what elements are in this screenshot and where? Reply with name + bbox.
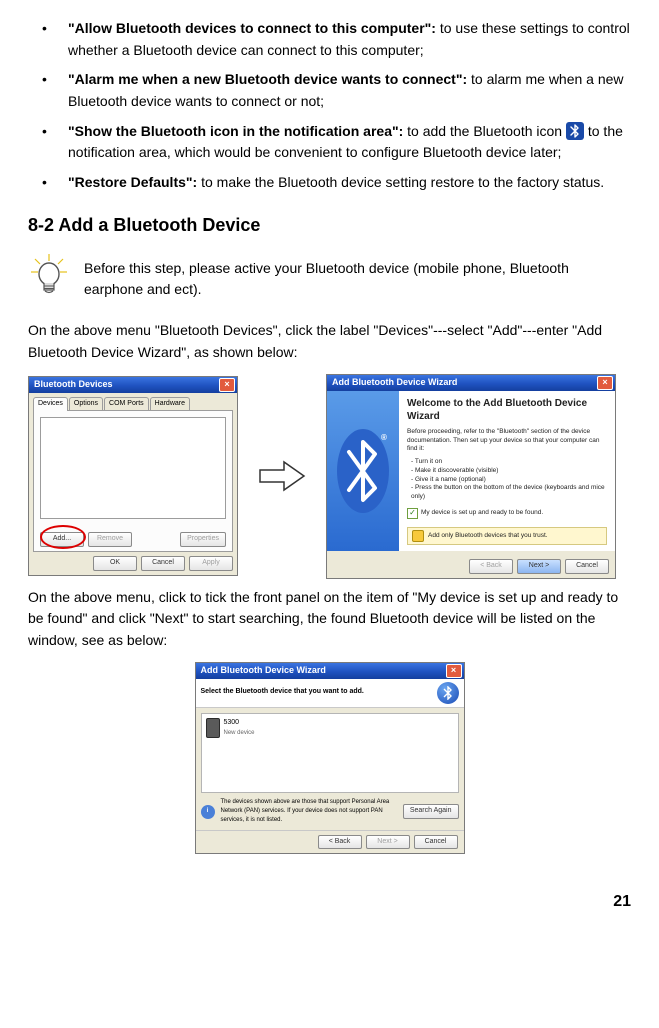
- search-again-button[interactable]: Search Again: [403, 804, 459, 819]
- device-kind: New device: [224, 729, 255, 738]
- tab-devices[interactable]: Devices: [33, 397, 68, 411]
- back-button[interactable]: < Back: [318, 835, 362, 850]
- add-button[interactable]: Add...: [40, 532, 84, 547]
- device-listbox[interactable]: [40, 417, 226, 519]
- checkbox-label: My device is set up and ready to be foun…: [421, 509, 543, 518]
- apply-button[interactable]: Apply: [189, 556, 233, 571]
- lightbulb-icon: [28, 252, 70, 307]
- close-icon[interactable]: ×: [219, 378, 235, 392]
- wizard-step: - Press the button on the bottom of the …: [411, 484, 607, 502]
- wizard-sidebar: ®: [327, 391, 399, 551]
- svg-text:®: ®: [381, 433, 387, 442]
- bullet-text: to add the Bluetooth icon: [403, 123, 566, 139]
- bullet-item: "Restore Defaults": to make the Bluetoot…: [28, 172, 631, 194]
- bullet-item: "Alarm me when a new Bluetooth device wa…: [28, 69, 631, 112]
- wizard-step: - Turn it on: [411, 458, 607, 467]
- device-name: 5300: [224, 718, 255, 729]
- wizard-step: - Give it a name (optional): [411, 476, 607, 485]
- phone-icon: [206, 718, 220, 738]
- info-icon: i: [201, 805, 215, 819]
- cancel-button[interactable]: Cancel: [141, 556, 185, 571]
- bullet-item: "Allow Bluetooth devices to connect to t…: [28, 18, 631, 61]
- close-icon[interactable]: ×: [597, 376, 613, 390]
- bullet-title: "Show the Bluetooth icon in the notifica…: [68, 123, 403, 139]
- wizard-step: - Make it discoverable (visible): [411, 467, 607, 476]
- security-note: Add only Bluetooth devices that you trus…: [428, 532, 548, 541]
- bluetooth-icon: ®: [335, 426, 391, 516]
- wizard-subheading: Select the Bluetooth device that you wan…: [201, 687, 364, 698]
- bullet-title: "Alarm me when a new Bluetooth device wa…: [68, 71, 467, 87]
- paragraph: On the above menu "Bluetooth Devices", c…: [28, 320, 631, 363]
- shield-icon: [412, 530, 424, 542]
- ready-checkbox[interactable]: ✓: [407, 508, 418, 519]
- tab-hardware[interactable]: Hardware: [150, 397, 190, 411]
- bluetooth-tray-icon: [566, 122, 584, 140]
- wizard-intro: Before proceeding, refer to the "Bluetoo…: [407, 428, 607, 454]
- pan-note: The devices shown above are those that s…: [221, 798, 397, 826]
- page-number: 21: [28, 890, 631, 915]
- tab-com-ports[interactable]: COM Ports: [104, 397, 149, 411]
- cancel-button[interactable]: Cancel: [414, 835, 458, 850]
- found-device-list[interactable]: 5300 New device: [201, 713, 459, 793]
- bullet-list: "Allow Bluetooth devices to connect to t…: [28, 18, 631, 194]
- dialog-title: Add Bluetooth Device Wizard: [201, 664, 326, 678]
- bullet-title: "Allow Bluetooth devices to connect to t…: [68, 20, 436, 36]
- arrow-right-icon: [256, 456, 308, 496]
- bullet-text: to make the Bluetooth device setting res…: [197, 174, 604, 190]
- bullet-item: "Show the Bluetooth icon in the notifica…: [28, 121, 631, 164]
- remove-button[interactable]: Remove: [88, 532, 132, 547]
- list-item[interactable]: 5300 New device: [206, 718, 454, 738]
- select-device-dialog: Add Bluetooth Device Wizard × Select the…: [195, 662, 465, 855]
- bullet-title: "Restore Defaults":: [68, 174, 197, 190]
- bluetooth-devices-dialog: Bluetooth Devices × Devices Options COM …: [28, 376, 238, 576]
- tab-options[interactable]: Options: [69, 397, 103, 411]
- next-button[interactable]: Next >: [517, 559, 561, 574]
- paragraph: On the above menu, click to tick the fro…: [28, 587, 631, 652]
- ok-button[interactable]: OK: [93, 556, 137, 571]
- dialog-title: Add Bluetooth Device Wizard: [332, 376, 457, 390]
- dialog-title: Bluetooth Devices: [34, 378, 113, 392]
- wizard-heading: Welcome to the Add Bluetooth Device Wiza…: [407, 397, 607, 424]
- properties-button[interactable]: Properties: [180, 532, 226, 547]
- back-button[interactable]: < Back: [469, 559, 513, 574]
- close-icon[interactable]: ×: [446, 664, 462, 678]
- add-bluetooth-wizard-dialog: Add Bluetooth Device Wizard × ® Welcome …: [326, 374, 616, 579]
- section-heading: 8-2 Add a Bluetooth Device: [28, 212, 631, 240]
- tip-text: Before this step, please active your Blu…: [84, 252, 631, 301]
- bluetooth-icon: [437, 682, 459, 704]
- next-button[interactable]: Next >: [366, 835, 410, 850]
- cancel-button[interactable]: Cancel: [565, 559, 609, 574]
